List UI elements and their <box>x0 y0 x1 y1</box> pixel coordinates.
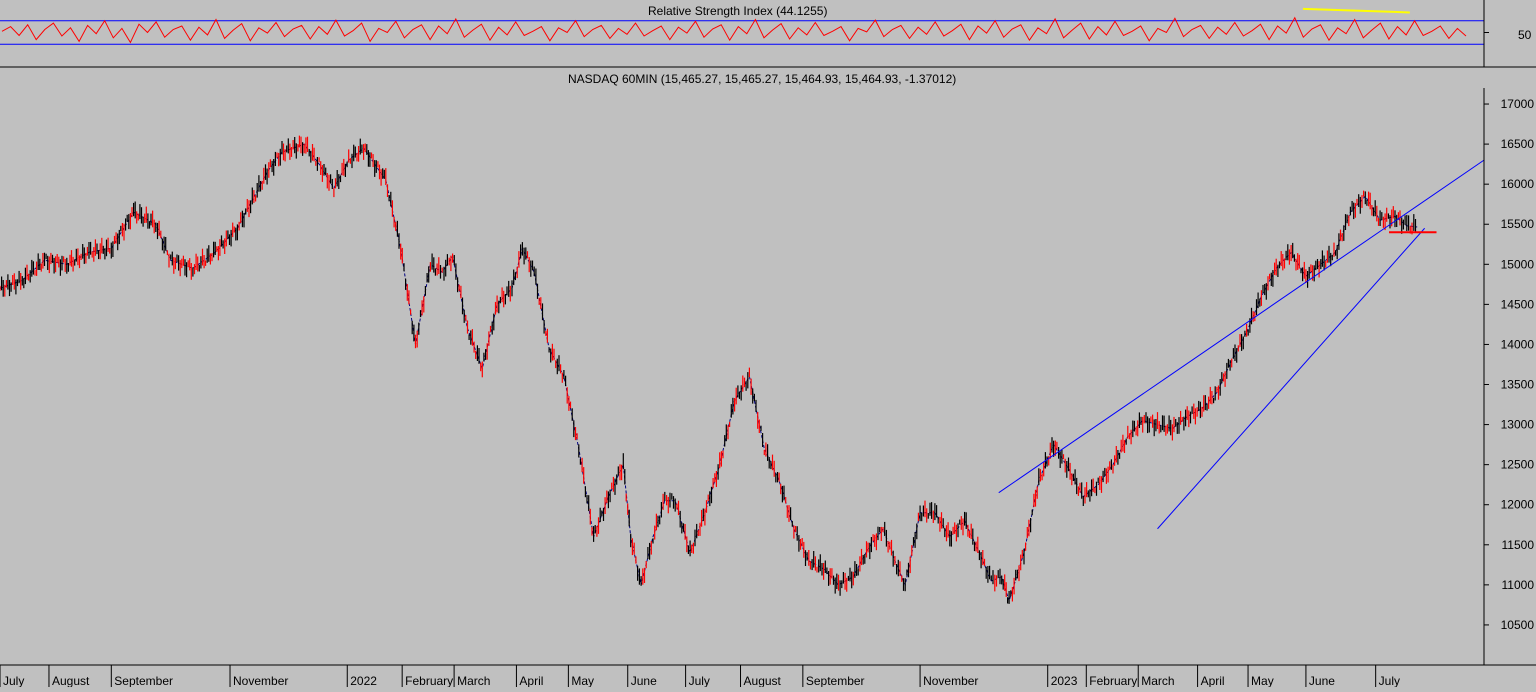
price-tick-label-15500: 15500 <box>1501 217 1535 231</box>
price-tick-label-14500: 14500 <box>1501 297 1535 311</box>
price-title: NASDAQ 60MIN (15,465.27, 15,465.27, 15,4… <box>568 72 957 86</box>
price-tick-label-10500: 10500 <box>1501 618 1535 632</box>
price-tick-label-12500: 12500 <box>1501 458 1535 472</box>
price-tick-label-13000: 13000 <box>1501 418 1535 432</box>
price-tick-label-12000: 12000 <box>1501 498 1535 512</box>
month-label-5: February <box>405 674 453 687</box>
month-label-1: August <box>52 674 90 687</box>
chart-canvas: 10500 11000 11500 12000 12500 13000 13500 14000… <box>0 0 1536 688</box>
month-label-9: June <box>631 674 657 687</box>
month-label-19: June <box>1309 674 1335 687</box>
rsi-title: Relative Strength Index (44.1255) <box>648 4 828 18</box>
price-tick-label-16000: 16000 <box>1501 177 1535 191</box>
month-label-6: March <box>457 674 490 687</box>
rsi-tick-label: 50 <box>1518 28 1532 42</box>
month-label-17: April <box>1201 674 1225 687</box>
price-tick-label-16500: 16500 <box>1501 137 1535 151</box>
month-label-11: August <box>744 674 782 687</box>
month-label-20: July <box>1379 674 1400 687</box>
month-label-18: May <box>1251 674 1274 687</box>
price-tick-label-15000: 15000 <box>1501 257 1535 271</box>
month-label-16: March <box>1141 674 1174 687</box>
month-label-3: November <box>233 674 288 687</box>
price-tick-label-11500: 11500 <box>1502 538 1535 552</box>
month-label-10: July <box>689 674 710 687</box>
price-tick-label-17000: 17000 <box>1501 97 1535 111</box>
price-tick-label-14000: 14000 <box>1501 337 1535 351</box>
month-label-14: 2023 <box>1051 674 1078 687</box>
month-label-15: February <box>1089 674 1137 687</box>
month-label-7: April <box>519 674 543 687</box>
month-label-12: September <box>806 674 865 687</box>
month-label-13: November <box>923 674 978 687</box>
chart-window: 10500 11000 11500 12000 12500 13000 13500 14000… <box>0 0 1536 688</box>
price-tick-label-11000: 11000 <box>1502 578 1535 592</box>
price-tick-label-13500: 13500 <box>1501 378 1535 392</box>
month-label-4: 2022 <box>350 674 377 687</box>
month-label-0: July <box>3 674 24 687</box>
month-label-2: September <box>114 674 173 687</box>
month-label-8: May <box>571 674 594 687</box>
